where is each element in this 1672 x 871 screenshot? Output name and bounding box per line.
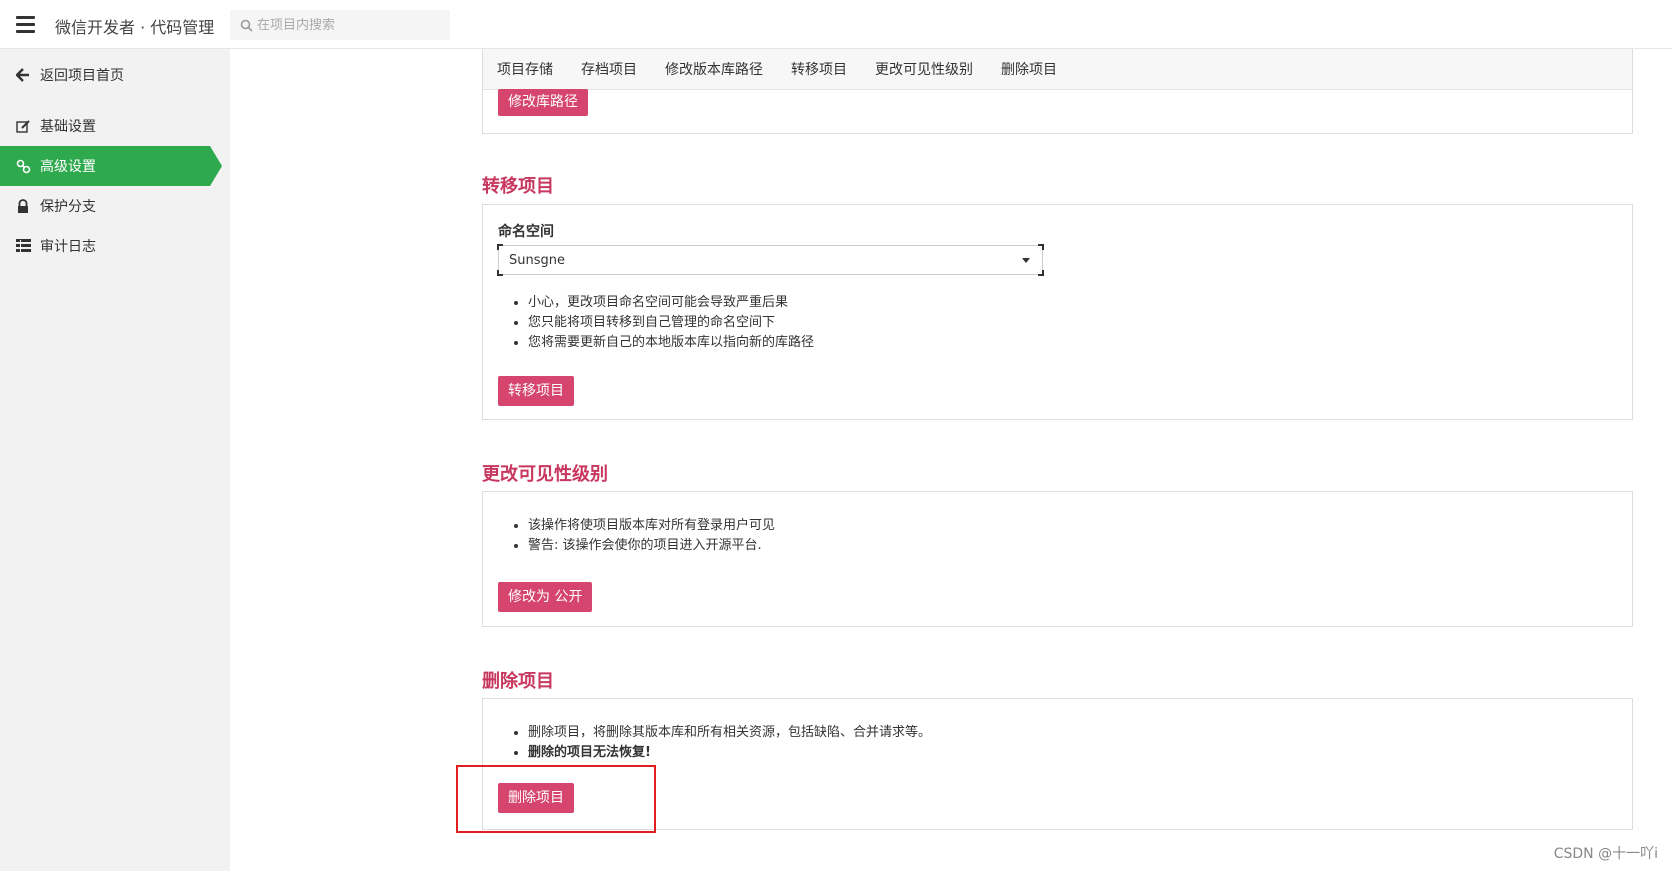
tab-transfer-project[interactable]: 转移项目 <box>777 59 861 79</box>
delete-panel: 删除项目，将删除其版本库和所有相关资源，包括缺陷、合并请求等。 删除的项目无法恢… <box>482 698 1633 830</box>
list-icon <box>14 237 32 255</box>
visibility-section-title: 更改可见性级别 <box>482 464 608 485</box>
transfer-panel: 命名空间 Sunsgne 小心，更改项目命名空间可能会导致严重后果 您只能将项目… <box>482 204 1633 420</box>
transfer-project-button[interactable]: 转移项目 <box>498 376 574 406</box>
list-item: 小心，更改项目命名空间可能会导致严重后果 <box>528 293 814 313</box>
namespace-label: 命名空间 <box>498 224 554 240</box>
app-title: 微信开发者 · 代码管理 <box>55 18 215 37</box>
tab-change-visibility[interactable]: 更改可见性级别 <box>861 59 987 79</box>
menu-icon[interactable] <box>16 16 35 33</box>
search-box[interactable] <box>230 10 450 40</box>
delete-notes: 删除项目，将删除其版本库和所有相关资源，包括缺陷、合并请求等。 删除的项目无法恢… <box>528 723 931 763</box>
visibility-panel: 该操作将使项目版本库对所有登录用户可见 警告: 该操作会使你的项目进入开源平台.… <box>482 491 1633 627</box>
transfer-section-title: 转移项目 <box>482 176 554 197</box>
namespace-select[interactable]: Sunsgne <box>497 244 1044 276</box>
edit-icon <box>14 117 32 135</box>
settings-tab-panel: 项目存储 存档项目 修改版本库路径 转移项目 更改可见性级别 删除项目 修改库路… <box>482 49 1633 134</box>
sidebar-item-advanced-settings[interactable]: 高级设置 <box>0 146 222 186</box>
transfer-notes: 小心，更改项目命名空间可能会导致严重后果 您只能将项目转移到自己管理的命名空间下… <box>528 293 814 353</box>
delete-section-title: 删除项目 <box>482 671 554 692</box>
watermark: CSDN @十一吖i <box>1553 846 1658 862</box>
list-item: 您只能将项目转移到自己管理的命名空间下 <box>528 313 814 333</box>
sidebar-item-protected-branches[interactable]: 保护分支 <box>0 186 210 226</box>
make-public-button[interactable]: 修改为 公开 <box>498 582 593 612</box>
caret-down-icon <box>1022 258 1030 263</box>
sidebar-item-label: 审计日志 <box>40 239 96 255</box>
tab-archive-project[interactable]: 存档项目 <box>567 59 651 79</box>
change-repo-path-button[interactable]: 修改库路径 <box>498 89 588 116</box>
list-item: 您将需要更新自己的本地版本库以指向新的库路径 <box>528 333 814 353</box>
app-root: 微信开发者 · 代码管理 返回项目首页 基础设置 高级设置 <box>0 0 1672 871</box>
sidebar-back-label: 返回项目首页 <box>40 68 124 84</box>
arrow-left-icon <box>14 66 32 84</box>
delete-project-button[interactable]: 删除项目 <box>498 783 574 813</box>
sidebar-item-label: 保护分支 <box>40 199 96 215</box>
sidebar-back-link[interactable]: 返回项目首页 <box>0 55 210 95</box>
sidebar: 返回项目首页 基础设置 高级设置 保护分支 审计日志 <box>0 49 230 871</box>
visibility-notes: 该操作将使项目版本库对所有登录用户可见 警告: 该操作会使你的项目进入开源平台. <box>528 516 775 556</box>
tab-delete-project[interactable]: 删除项目 <box>987 59 1071 79</box>
top-bar: 微信开发者 · 代码管理 <box>0 0 1672 49</box>
tab-change-repo-path[interactable]: 修改版本库路径 <box>651 59 777 79</box>
search-icon <box>240 19 253 32</box>
tab-project-storage[interactable]: 项目存储 <box>483 59 567 79</box>
search-input[interactable] <box>257 17 447 33</box>
namespace-selected-value: Sunsgne <box>509 252 565 268</box>
list-item: 删除项目，将删除其版本库和所有相关资源，包括缺陷、合并请求等。 <box>528 723 931 743</box>
settings-tabs: 项目存储 存档项目 修改版本库路径 转移项目 更改可见性级别 删除项目 <box>483 49 1632 90</box>
list-item: 删除的项目无法恢复! <box>528 743 931 763</box>
sidebar-item-label: 基础设置 <box>40 119 96 135</box>
sidebar-item-label: 高级设置 <box>40 159 96 175</box>
sidebar-item-basic-settings[interactable]: 基础设置 <box>0 106 210 146</box>
list-item: 该操作将使项目版本库对所有登录用户可见 <box>528 516 775 536</box>
sidebar-item-audit-log[interactable]: 审计日志 <box>0 226 210 266</box>
list-item: 警告: 该操作会使你的项目进入开源平台. <box>528 536 775 556</box>
link-icon <box>14 157 32 175</box>
lock-icon <box>14 197 32 215</box>
